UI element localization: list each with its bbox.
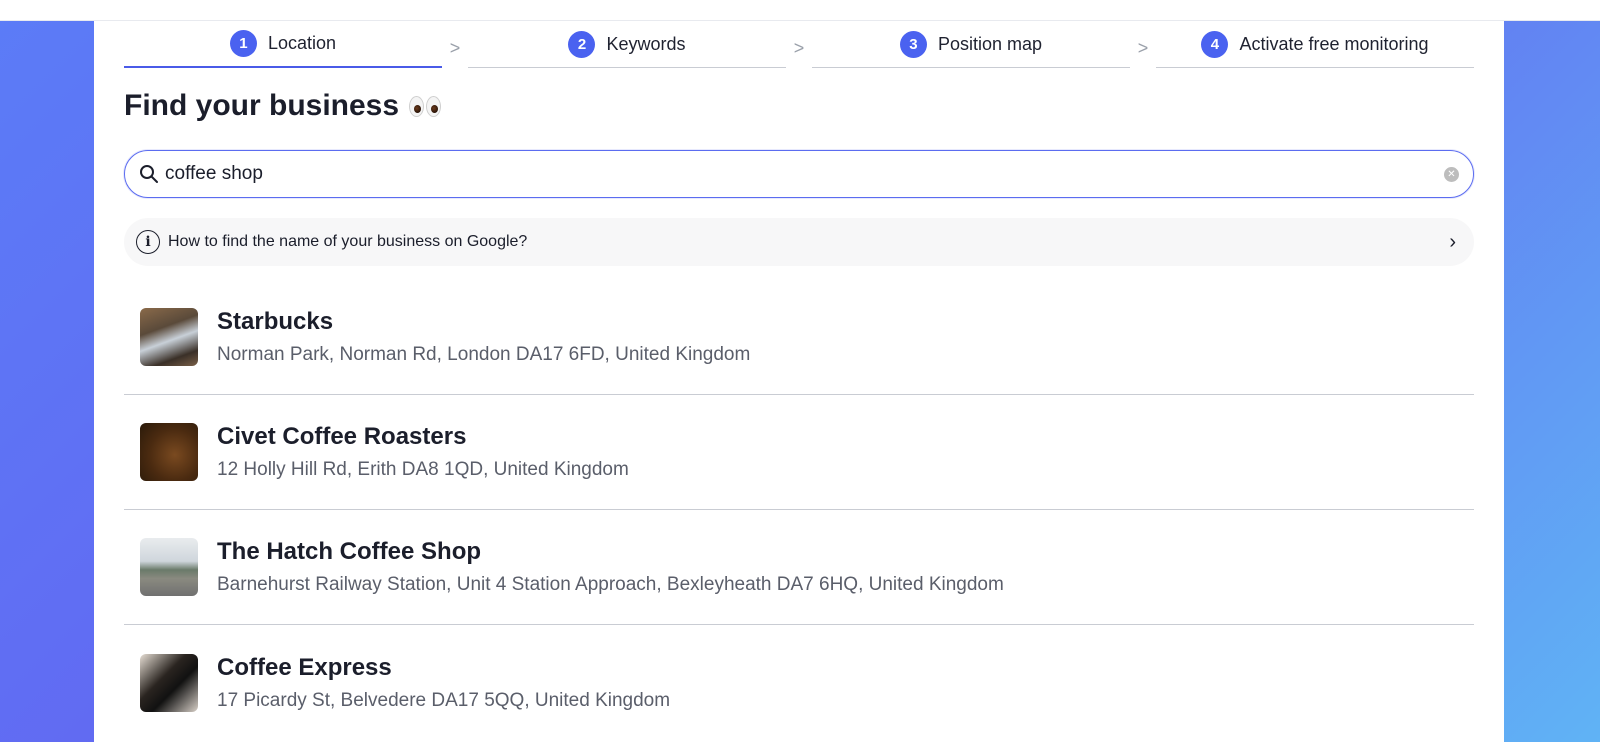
chevron-right-icon: > xyxy=(449,37,461,58)
page-title-row: Find your business xyxy=(124,89,442,123)
business-name: The Hatch Coffee Shop xyxy=(217,538,482,565)
step-number: 4 xyxy=(1201,30,1229,58)
results-list: Starbucks Norman Park, Norman Rd, London… xyxy=(124,280,1474,740)
step-location[interactable]: 1 Location xyxy=(124,21,442,68)
search-icon xyxy=(140,165,158,183)
result-item[interactable]: Starbucks Norman Park, Norman Rd, London… xyxy=(124,280,1474,395)
step-label: Keywords xyxy=(606,33,686,54)
business-address: Barnehurst Railway Station, Unit 4 Stati… xyxy=(217,574,1004,595)
business-thumbnail xyxy=(140,653,198,712)
clear-icon[interactable]: ✕ xyxy=(1444,166,1459,182)
step-activate-monitoring[interactable]: 4 Activate free monitoring xyxy=(1156,21,1474,68)
result-item[interactable]: The Hatch Coffee Shop Barnehurst Railway… xyxy=(124,510,1474,625)
business-thumbnail xyxy=(140,538,198,596)
search-box[interactable]: ✕ xyxy=(124,150,1474,198)
stepper: 1 Location > 2 Keywords > 3 Position map… xyxy=(124,21,1474,69)
page-title: Find your business xyxy=(124,89,400,122)
chevron-right-icon: > xyxy=(793,37,805,58)
step-label: Location xyxy=(267,33,337,53)
step-keywords[interactable]: 2 Keywords xyxy=(468,21,786,68)
business-address: 12 Holly Hill Rd, Erith DA8 1QD, United … xyxy=(217,459,629,480)
info-icon: i xyxy=(136,230,160,254)
help-row[interactable]: i How to find the name of your business … xyxy=(124,218,1474,266)
chevron-right-icon: › xyxy=(1449,230,1456,253)
step-label: Activate free monitoring xyxy=(1239,33,1429,54)
step-number: 3 xyxy=(899,30,927,58)
top-bar xyxy=(0,0,1600,21)
chevron-right-icon: > xyxy=(1137,37,1149,58)
business-address: 17 Picardy St, Belvedere DA17 5QQ, Unite… xyxy=(217,689,671,711)
business-thumbnail xyxy=(140,308,198,366)
result-item[interactable]: Civet Coffee Roasters 12 Holly Hill Rd, … xyxy=(124,395,1474,510)
step-number: 1 xyxy=(229,30,257,57)
result-item[interactable]: Coffee Express 17 Picardy St, Belvedere … xyxy=(124,625,1474,740)
main-panel: 1 Location > 2 Keywords > 3 Position map… xyxy=(94,21,1504,742)
business-name: Civet Coffee Roasters xyxy=(217,423,467,450)
business-thumbnail xyxy=(140,423,198,481)
step-position-map[interactable]: 3 Position map xyxy=(812,21,1130,68)
business-name: Starbucks xyxy=(217,308,334,335)
search-input[interactable] xyxy=(165,163,1444,185)
business-name: Coffee Express xyxy=(217,653,392,681)
help-text: How to find the name of your business on… xyxy=(168,233,528,250)
eyes-icon xyxy=(409,95,442,117)
step-label: Position map xyxy=(937,33,1043,54)
step-number: 2 xyxy=(568,30,596,58)
business-address: Norman Park, Norman Rd, London DA17 6FD,… xyxy=(217,344,751,365)
